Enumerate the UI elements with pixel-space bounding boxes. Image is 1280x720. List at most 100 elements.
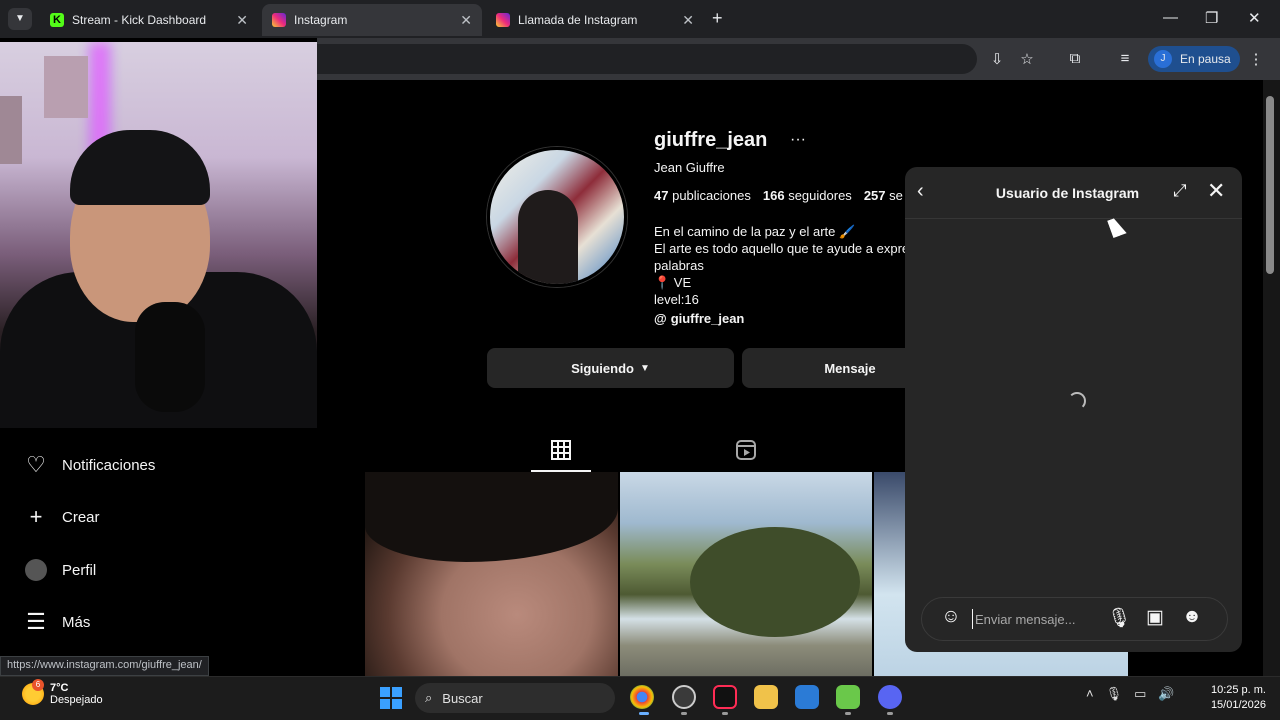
window-close-icon[interactable]: ✕	[1248, 9, 1261, 27]
sidebar-item-create[interactable]: + Crear	[24, 504, 100, 529]
chat-title: Usuario de Instagram	[995, 185, 1140, 201]
more-options-icon[interactable]: ···	[790, 131, 806, 149]
sun-icon: 6	[22, 679, 44, 705]
weather-widget[interactable]: 6 7°C Despejado	[22, 679, 103, 706]
sidebar-item-more[interactable]: ☰ Más	[24, 609, 90, 634]
scrollbar-thumb[interactable]	[1266, 96, 1274, 274]
new-tab-plus-icon[interactable]: +	[712, 8, 723, 29]
address-bar[interactable]	[317, 44, 977, 74]
store-app-icon[interactable]	[795, 685, 819, 709]
bio-line: 📍 VE	[654, 275, 692, 290]
post-photo-detail	[365, 472, 618, 562]
volume-icon[interactable]: 🔊	[1158, 686, 1174, 702]
tab-close-icon[interactable]: ✕	[236, 12, 248, 29]
instagram-favicon-icon	[496, 13, 510, 27]
profile-bio: En el camino de la paz y el arte 🖌️ El a…	[654, 223, 906, 308]
message-button-label: Mensaje	[824, 360, 876, 376]
bio-line: palabras	[654, 258, 704, 273]
clock-date: 15/01/2026	[1210, 699, 1266, 711]
obs-app-icon[interactable]	[672, 685, 696, 709]
clock-time: 10:25 p. m.	[1210, 684, 1266, 696]
media-controls-icon[interactable]: ≡	[1115, 50, 1135, 67]
wall-poster	[0, 96, 22, 164]
sidebar-item-label: Perfil	[62, 561, 97, 579]
threads-link[interactable]: @ giuffre_jean	[654, 311, 744, 326]
tab-posts-grid[interactable]	[531, 436, 591, 472]
network-icon[interactable]: ▭	[1134, 686, 1146, 702]
emoji-icon[interactable]: ☺	[939, 606, 963, 630]
weather-desc: Despejado	[50, 694, 103, 706]
profile-avatar[interactable]	[487, 147, 627, 287]
sidebar-item-notifications[interactable]: ♡ Notificaciones	[24, 452, 156, 477]
following-button[interactable]: Siguiendo ▼	[487, 348, 734, 388]
sticker-icon[interactable]: ☻	[1180, 606, 1204, 630]
following-count[interactable]: 257 se	[864, 188, 903, 203]
tab-instagram[interactable]: Instagram ✕	[262, 4, 482, 36]
sidebar-item-profile[interactable]: Perfil	[24, 558, 96, 582]
tab-instagram-call[interactable]: Llamada de Instagram ✕	[486, 4, 704, 36]
tiktok-app-icon[interactable]	[713, 685, 737, 709]
windows-start-icon[interactable]	[380, 687, 402, 709]
browser-menu-icon[interactable]: ⋮	[1246, 50, 1266, 68]
grid-icon	[551, 440, 571, 460]
tab-search-button[interactable]: ▼	[8, 8, 32, 30]
menu-icon: ☰	[26, 609, 46, 634]
profile-stats: 47 publicaciones 166 seguidores 257 se	[654, 188, 903, 203]
bookmark-star-icon[interactable]: ☆	[1017, 50, 1037, 68]
tab-close-icon[interactable]: ✕	[682, 12, 694, 29]
message-input[interactable]	[972, 609, 1102, 629]
bio-line: level:16	[654, 292, 699, 307]
discord-app-icon[interactable]	[878, 685, 902, 709]
wall-poster	[44, 56, 88, 118]
expand-icon[interactable]: ⤢	[1173, 181, 1187, 201]
profile-username: giuffre_jean	[654, 129, 768, 151]
minimize-icon[interactable]: —	[1163, 9, 1178, 26]
sidebar-item-label: Notificaciones	[62, 456, 156, 474]
kick-favicon-icon: K	[50, 13, 64, 27]
loading-spinner-icon	[1068, 392, 1086, 410]
post-thumbnail[interactable]	[620, 472, 872, 676]
app-indicator	[722, 712, 728, 715]
plus-icon: +	[29, 504, 43, 529]
tab-close-icon[interactable]: ✕	[460, 12, 472, 29]
install-app-icon[interactable]: ⇩	[987, 50, 1007, 68]
restore-icon[interactable]: ❐	[1205, 9, 1218, 27]
threads-handle: giuffre_jean	[670, 311, 745, 326]
bio-line: El arte es todo aquello que te ayude a e…	[654, 241, 906, 256]
tab-kick-dashboard[interactable]: K Stream - Kick Dashboard ✕	[40, 4, 258, 36]
active-app-indicator	[639, 712, 649, 715]
search-icon: ⌕	[425, 690, 433, 705]
threads-icon: @	[654, 311, 667, 326]
posts-count: 47 publicaciones	[654, 188, 751, 203]
browser-profile-button[interactable]: J En pausa	[1148, 46, 1240, 72]
followers-count[interactable]: 166 seguidores	[763, 188, 852, 203]
tab-title: Instagram	[294, 13, 348, 27]
microphone-icon[interactable]: 🎙	[1106, 686, 1123, 702]
profile-status-label: En pausa	[1180, 52, 1231, 66]
status-bar-url: https://www.instagram.com/giuffre_jean/	[0, 656, 209, 676]
tab-title: Llamada de Instagram	[518, 13, 638, 27]
image-icon[interactable]: ▣	[1143, 606, 1167, 630]
microphone-icon[interactable]: 🎙	[1107, 606, 1131, 630]
taskbar-search[interactable]: ⌕ Buscar	[415, 683, 615, 713]
weather-temp: 7°C	[50, 682, 69, 694]
app-indicator	[887, 712, 893, 715]
chrome-app-icon[interactable]	[630, 685, 654, 709]
notification-badge: 6	[32, 679, 44, 691]
chevron-left-icon[interactable]: ‹	[917, 180, 924, 203]
close-icon[interactable]: ✕	[1207, 178, 1225, 204]
chevron-up-icon[interactable]: ˄	[1086, 686, 1094, 702]
instagram-favicon-icon	[272, 13, 286, 27]
extensions-icon[interactable]: ⧉	[1065, 50, 1085, 67]
app-icon[interactable]	[836, 685, 860, 709]
microphone	[135, 302, 205, 412]
file-explorer-icon[interactable]	[754, 685, 778, 709]
profile-avatar-icon	[24, 558, 48, 582]
post-thumbnail[interactable]	[365, 472, 618, 676]
sidebar-item-label: Crear	[62, 508, 100, 526]
profile-full-name: Jean Giuffre	[654, 160, 725, 175]
tab-reels[interactable]	[716, 436, 776, 472]
taskbar-clock[interactable]: 10:25 p. m. 15/01/2026	[1196, 683, 1266, 713]
bio-line: En el camino de la paz y el arte 🖌️	[654, 224, 856, 239]
chevron-down-icon: ▼	[639, 362, 650, 374]
